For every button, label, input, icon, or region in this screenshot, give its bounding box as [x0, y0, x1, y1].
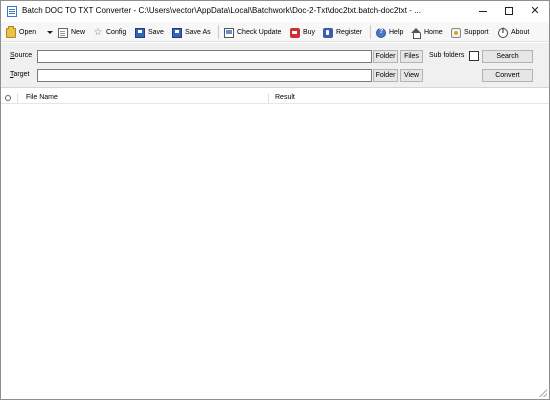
help-button[interactable]: Help [376, 25, 403, 40]
subfolders-checkbox[interactable] [469, 51, 479, 61]
new-document-icon [58, 27, 68, 38]
close-icon: ✕ [530, 4, 540, 17]
source-folder-button[interactable]: Folder [373, 50, 398, 63]
support-icon [451, 27, 461, 38]
target-view-button[interactable]: View [400, 69, 423, 82]
new-button[interactable]: New [58, 25, 85, 40]
new-label: New [71, 29, 86, 36]
open-button[interactable]: Open [6, 25, 36, 40]
source-files-button[interactable]: Files [400, 50, 423, 63]
minimize-button[interactable] [471, 1, 495, 21]
key-icon [323, 27, 333, 38]
open-dropdown-arrow-icon[interactable] [47, 31, 53, 34]
subfolders-label: Sub folders [429, 52, 465, 59]
buy-label: Buy [303, 29, 316, 36]
file-list[interactable] [1, 105, 549, 399]
support-label: Support [464, 29, 489, 36]
convert-button[interactable]: Convert [482, 69, 533, 82]
check-update-label: Check Update [237, 29, 282, 36]
column-result[interactable]: Result [275, 94, 295, 101]
source-target-panel: Source Folder Files Sub folders Search T… [1, 43, 549, 88]
info-icon [498, 27, 508, 38]
save-button[interactable]: Save [135, 25, 164, 40]
status-column-icon [5, 95, 11, 101]
save-as-button[interactable]: Save As [172, 25, 211, 40]
about-label: About [511, 29, 530, 36]
config-label: Config [106, 29, 127, 36]
check-update-button[interactable]: Check Update [224, 25, 281, 40]
help-icon [376, 27, 386, 38]
buy-button[interactable]: Buy [290, 25, 315, 40]
source-path-input[interactable] [37, 50, 372, 63]
source-label: Source [10, 52, 33, 59]
target-path-input[interactable] [37, 69, 372, 82]
folder-open-icon [6, 25, 16, 38]
minimize-icon [479, 10, 487, 12]
window-title: Batch DOC TO TXT Converter - C:\Users\ve… [22, 6, 422, 15]
register-button[interactable]: Register [323, 25, 362, 40]
save-as-label: Save As [185, 29, 211, 36]
column-separator[interactable] [268, 93, 269, 103]
app-icon [7, 6, 17, 17]
search-button[interactable]: Search [482, 50, 533, 63]
update-icon [224, 27, 234, 38]
save-icon [135, 27, 145, 38]
home-button[interactable]: Home [411, 25, 443, 40]
resize-grip-icon[interactable] [539, 389, 547, 397]
cart-icon [290, 27, 300, 38]
app-window: Batch DOC TO TXT Converter - C:\Users\ve… [0, 0, 550, 400]
title-bar[interactable]: Batch DOC TO TXT Converter - C:\Users\ve… [1, 1, 549, 21]
about-button[interactable]: About [498, 25, 529, 40]
save-as-icon [172, 27, 182, 38]
gear-icon: ☆ [93, 26, 103, 38]
config-button[interactable]: ☆ Config [93, 25, 127, 40]
target-folder-button[interactable]: Folder [373, 69, 398, 82]
support-button[interactable]: Support [451, 25, 489, 40]
column-file-name[interactable]: File Name [26, 94, 58, 101]
maximize-button[interactable] [497, 1, 521, 21]
register-label: Register [336, 29, 363, 36]
home-label: Home [424, 29, 443, 36]
help-label: Help [389, 29, 404, 36]
home-icon [411, 27, 421, 39]
toolbar-separator [370, 25, 371, 39]
toolbar: Open New ☆ Config Save Save As Check Upd… [1, 22, 549, 42]
column-separator[interactable] [17, 93, 18, 103]
close-button[interactable]: ✕ [523, 1, 547, 21]
maximize-icon [505, 7, 513, 15]
save-label: Save [148, 29, 164, 36]
open-label: Open [19, 29, 37, 36]
file-list-header: File Name Result [1, 92, 549, 104]
target-label: Target [10, 71, 30, 78]
toolbar-separator [218, 25, 219, 39]
